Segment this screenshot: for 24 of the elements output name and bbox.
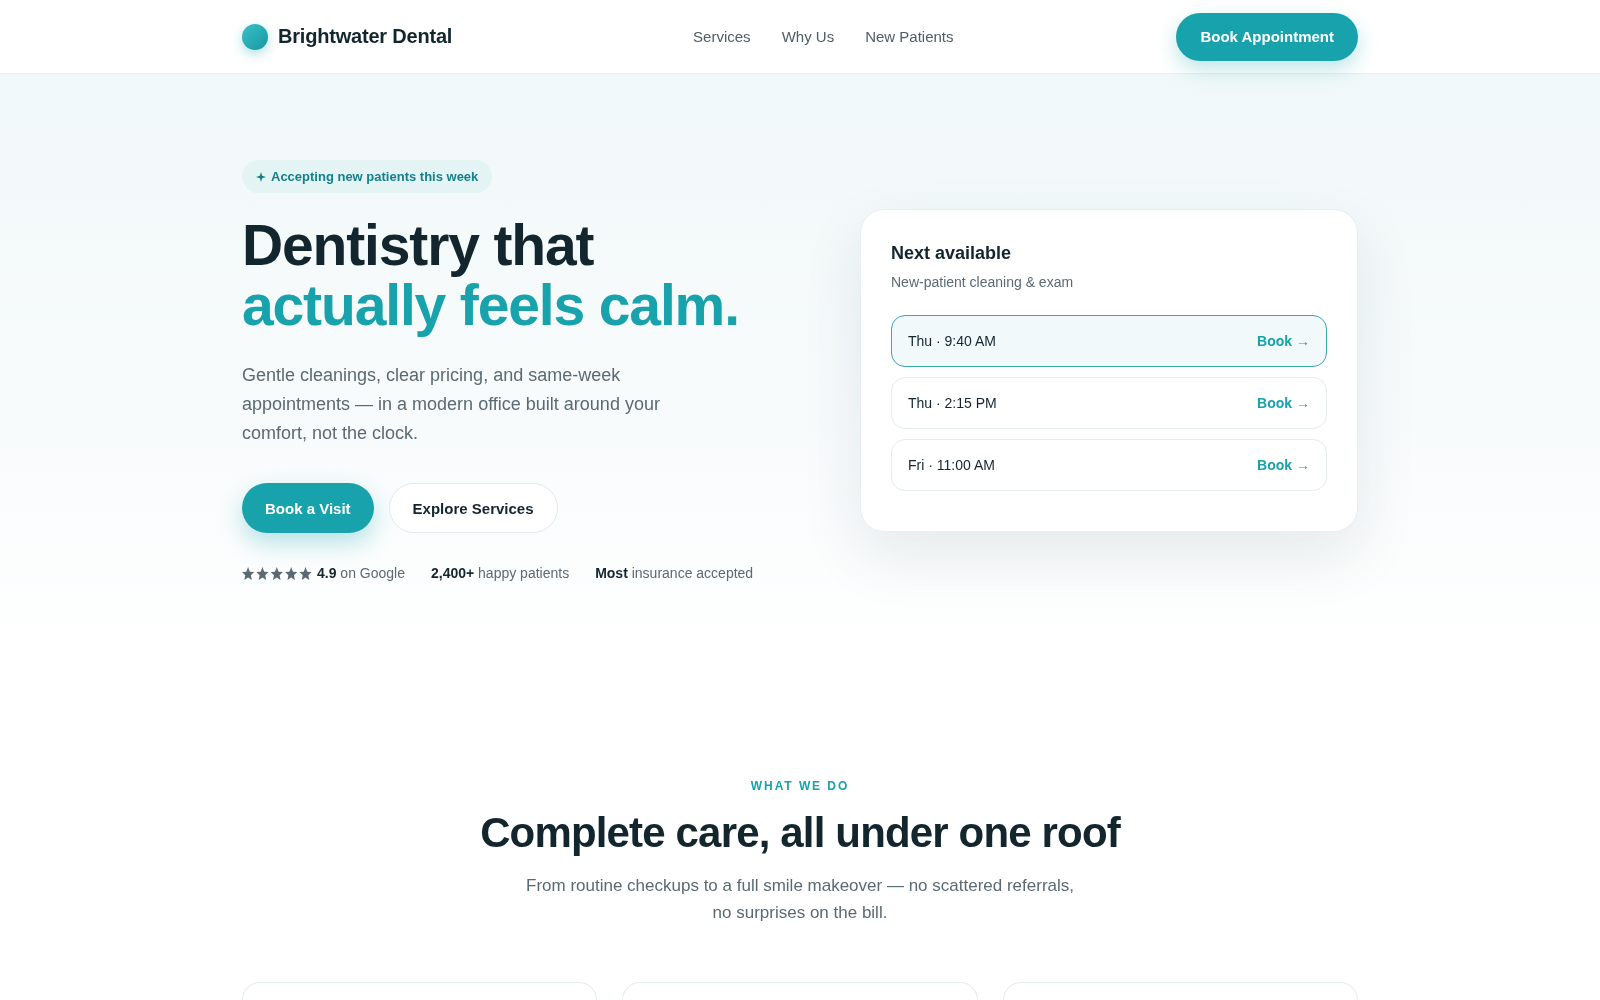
slot-time: Thu · 9:40 AM [908, 333, 996, 349]
brand-name: Brightwater Dental [278, 25, 453, 48]
time-slot[interactable]: Thu · 9:40 AM Book → [891, 315, 1327, 367]
hero-description: Gentle cleanings, clear pricing, and same-week appointments — in a modern office built around your comfort, not the clock. [242, 364, 661, 445]
section-description: From routine checkups to a full smile makeover — no scattered referrals, no surprises on the bill. [525, 875, 1075, 924]
stat-text: 4.9 on Google [317, 565, 405, 581]
time-slot[interactable]: Fri · 11:00 AM Book → [891, 439, 1327, 491]
slot-time: Fri · 11:00 AM [908, 457, 995, 473]
time-slot[interactable]: Thu · 2:15 PM Book → [891, 377, 1327, 429]
logo-icon [242, 23, 268, 50]
card-title: Next available [891, 242, 1013, 264]
card-subtitle: New-patient cleaning & exam [891, 273, 1075, 291]
headline: Dentistry that [242, 215, 595, 275]
badge-text: Accepting new patients this week [271, 169, 479, 184]
sparkle-icon [256, 171, 266, 182]
nav-link[interactable]: New Patients [865, 28, 954, 45]
slot-time: Thu · 2:15 PM [908, 395, 997, 411]
section-title: Complete care, all under one roof [479, 808, 1122, 858]
explore-services-button[interactable]: Explore Services [388, 483, 558, 533]
stat-text: 2,400+ happy patients [430, 565, 570, 581]
nav-link[interactable]: Why Us [781, 28, 835, 45]
stat-text: Most insurance accepted [595, 565, 754, 581]
section-eyebrow: WHAT WE DO [749, 779, 851, 793]
nav-link[interactable]: Services [693, 28, 751, 45]
